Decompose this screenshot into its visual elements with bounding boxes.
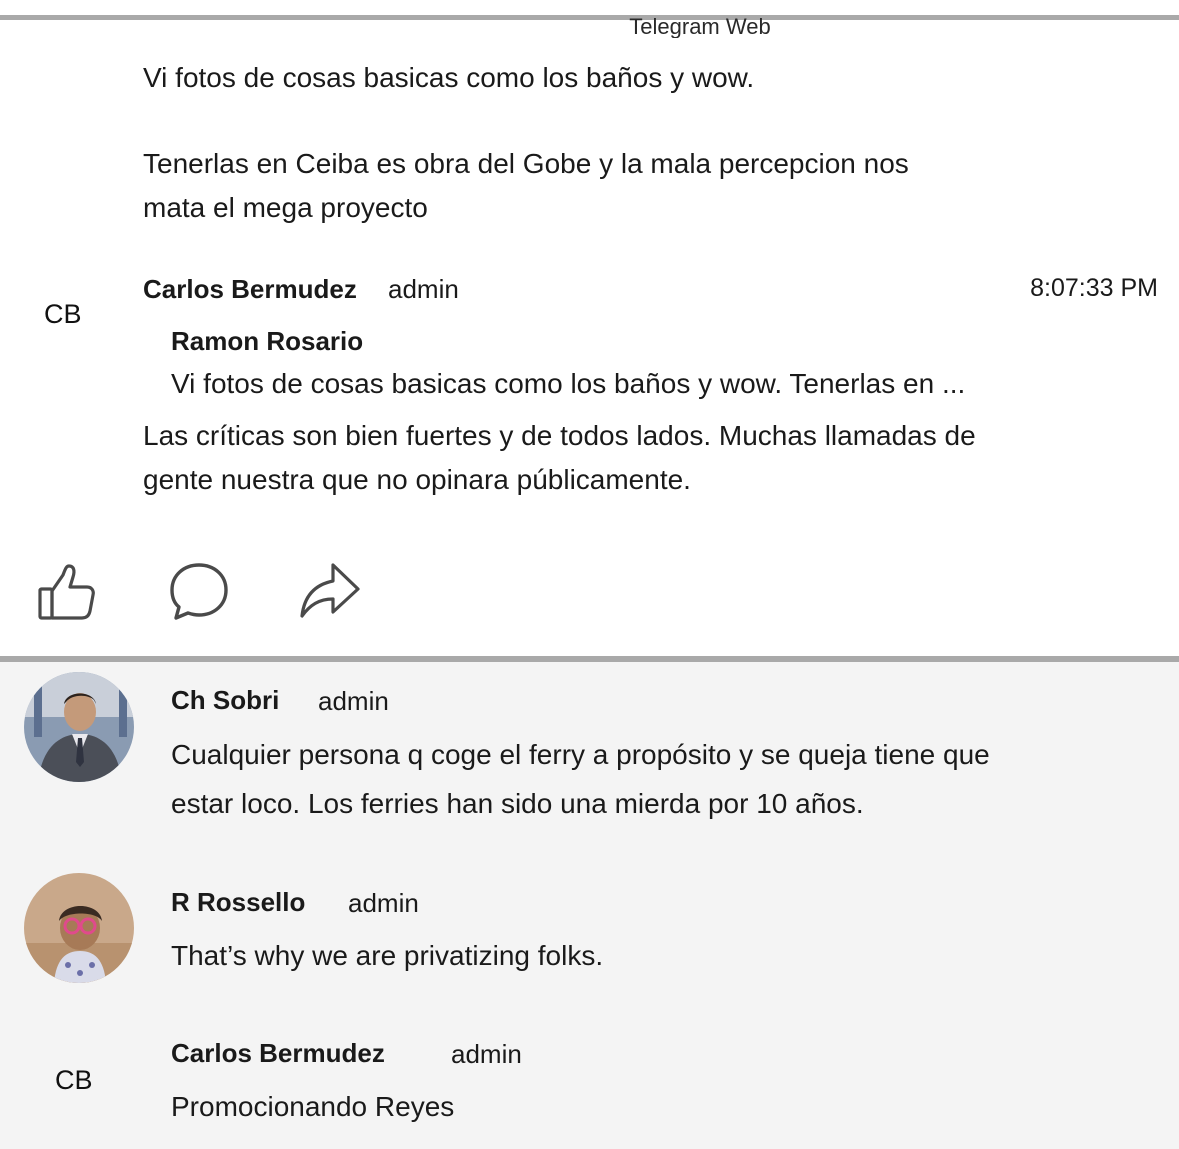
prev-message-text-2: Tenerlas en Ceiba es obra del Gobe y la … [143,148,909,179]
prev-message-text-1: Vi fotos de cosas basicas como los baños… [143,62,755,93]
message-timestamp: 8:07:33 PM [1030,274,1158,302]
message-text-1: Las críticas son bien fuertes y de todos… [143,420,976,451]
sender-name[interactable]: Carlos Bermudez [143,273,357,305]
avatar-initials[interactable]: CB [44,298,82,330]
avatar[interactable] [24,672,134,782]
sender-role: admin [388,274,459,304]
top-divider [0,15,1179,20]
avatar-initials[interactable]: CB [55,1064,93,1096]
thumbs-up-icon[interactable] [34,558,100,624]
message-text-2: gente nuestra que no opinara públicament… [143,464,691,495]
comment-icon[interactable] [166,558,232,624]
sender-role: admin [348,888,419,918]
sender-role: admin [318,686,389,716]
avatar[interactable] [24,873,134,983]
message-text-1: That’s why we are privatizing folks. [171,940,604,971]
message-text-1: Cualquier persona q coge el ferry a prop… [171,739,990,770]
sender-name[interactable]: R Rossello [171,886,305,918]
message-text-1: Promocionando Reyes [171,1091,455,1122]
sender-name[interactable]: Ch Sobri [171,684,279,716]
prev-message-text-3: mata el mega proyecto [143,192,428,223]
forward-icon[interactable] [296,558,362,624]
sender-name[interactable]: Carlos Bermudez [171,1037,385,1069]
app-title: Telegram Web [629,14,771,38]
sender-role: admin [451,1039,522,1069]
message-text-2: estar loco. Los ferries han sido una mie… [171,788,864,819]
reply-author[interactable]: Ramon Rosario [171,325,363,357]
reply-preview[interactable]: Vi fotos de cosas basicas como los baños… [171,362,965,406]
